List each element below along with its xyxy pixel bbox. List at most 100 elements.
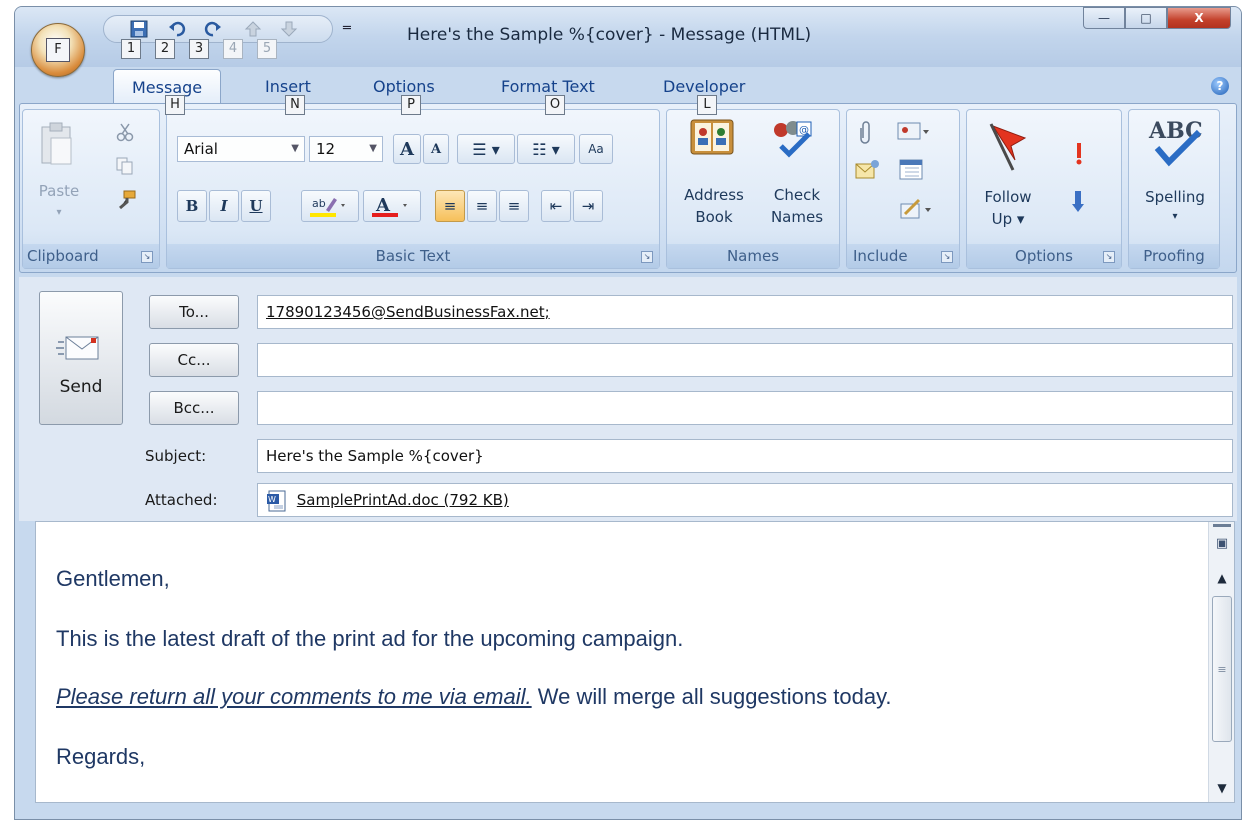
attached-field[interactable]: W SamplePrintAd.doc (792 KB): [257, 483, 1233, 517]
address-book-icon[interactable]: [689, 116, 735, 158]
redo-icon[interactable]: [204, 20, 222, 38]
increase-indent-icon: ⇥: [581, 197, 595, 215]
font-name-combo[interactable]: Arial ▼: [177, 136, 305, 162]
send-button[interactable]: Send: [39, 291, 123, 425]
decrease-indent-button[interactable]: ⇤: [541, 190, 571, 222]
to-field[interactable]: 17890123456@SendBusinessFax.net;: [257, 295, 1233, 329]
align-right-button[interactable]: ≡: [499, 190, 529, 222]
grow-font-button[interactable]: A: [393, 134, 421, 164]
attach-item-icon[interactable]: [855, 158, 881, 180]
down-arrow-icon[interactable]: [280, 20, 298, 38]
up-arrow-icon[interactable]: [244, 20, 262, 38]
numbering-button[interactable]: ☷ ▾: [517, 134, 575, 164]
font-size-dropdown-icon[interactable]: ▼: [369, 137, 377, 161]
svg-text:W: W: [268, 495, 276, 504]
bcc-field[interactable]: [257, 391, 1233, 425]
format-painter-icon[interactable]: [115, 190, 137, 212]
high-importance-icon[interactable]: [1073, 142, 1085, 166]
align-left-button[interactable]: ≡: [435, 190, 465, 222]
to-recipient[interactable]: 17890123456@SendBusinessFax.net;: [266, 303, 550, 321]
copy-icon[interactable]: [115, 156, 135, 176]
align-center-button[interactable]: ≡: [467, 190, 497, 222]
subject-field[interactable]: Here's the Sample %{cover}: [257, 439, 1233, 473]
font-size-combo[interactable]: 12 ▼: [309, 136, 383, 162]
reading-pane-icon[interactable]: ▣: [1212, 536, 1232, 556]
business-card-icon[interactable]: [897, 120, 931, 142]
bcc-button[interactable]: Bcc...: [149, 391, 239, 425]
check-names-icon[interactable]: @: [767, 116, 815, 160]
calendar-icon[interactable]: [899, 158, 923, 180]
font-name-dropdown-icon[interactable]: ▼: [291, 137, 299, 161]
increase-indent-button[interactable]: ⇥: [573, 190, 603, 222]
spelling-dropdown-icon[interactable]: ▾: [1165, 206, 1185, 228]
spelling-icon[interactable]: ABC: [1145, 116, 1205, 172]
cut-icon[interactable]: [115, 122, 135, 142]
maximize-button[interactable]: □: [1125, 7, 1167, 29]
vertical-scrollbar[interactable]: ▣ ▲ ≡ ▼: [1208, 522, 1234, 802]
save-icon[interactable]: [130, 20, 148, 38]
address-book-label-2[interactable]: Book: [671, 206, 757, 228]
tab-options[interactable]: Options: [373, 77, 435, 96]
message-header: Send To... Cc... Bcc... 17890123456@Send…: [19, 277, 1237, 521]
font-name-value: Arial: [184, 140, 218, 158]
styles-button[interactable]: Aa: [579, 134, 613, 164]
proofing-group-label: Proofing: [1129, 244, 1219, 268]
check-names-label-1[interactable]: Check: [757, 184, 837, 206]
basic-text-launcher[interactable]: ↘: [641, 251, 653, 263]
clipboard-launcher[interactable]: ↘: [141, 251, 153, 263]
basic-text-group: Arial ▼ 12 ▼ A A ☰ ▾ ☷ ▾ Aa B I U ab A ≡…: [166, 109, 660, 269]
cc-button[interactable]: Cc...: [149, 343, 239, 377]
font-color-button[interactable]: A: [363, 190, 421, 222]
address-book-label-1[interactable]: Address: [671, 184, 757, 206]
paste-label[interactable]: Paste: [31, 180, 87, 202]
tab-format-text[interactable]: Format Text: [501, 77, 595, 96]
underline-button[interactable]: U: [241, 190, 271, 222]
check-names-label-2[interactable]: Names: [757, 206, 837, 228]
follow-up-label-2[interactable]: Up ▾: [973, 208, 1043, 230]
styles-icon: Aa: [588, 142, 604, 156]
body-line-2-rest: We will merge all suggestions today.: [531, 684, 892, 709]
to-button[interactable]: To...: [149, 295, 239, 329]
italic-button[interactable]: I: [209, 190, 239, 222]
attachment-link[interactable]: SamplePrintAd.doc (792 KB): [297, 491, 509, 509]
keytip-options: P: [401, 95, 421, 115]
cc-field[interactable]: [257, 343, 1233, 377]
options-group-label: Options: [967, 244, 1121, 268]
shrink-font-button[interactable]: A: [423, 134, 449, 164]
help-icon[interactable]: ?: [1211, 77, 1229, 95]
basic-text-group-label: Basic Text: [167, 244, 659, 268]
bold-button[interactable]: B: [177, 190, 207, 222]
tab-insert[interactable]: Insert: [265, 77, 311, 96]
minimize-button[interactable]: —: [1083, 7, 1125, 29]
follow-up-label-1[interactable]: Follow: [973, 186, 1043, 208]
bullets-button[interactable]: ☰ ▾: [457, 134, 515, 164]
paste-icon[interactable]: [39, 122, 75, 168]
undo-icon[interactable]: [168, 20, 186, 38]
font-size-value: 12: [316, 140, 336, 158]
window-controls: — □ X: [1083, 7, 1231, 29]
low-importance-icon[interactable]: [1071, 190, 1085, 214]
qat-customize-dropdown[interactable]: ═: [343, 21, 351, 36]
tab-developer[interactable]: Developer: [663, 77, 745, 96]
title-bar: F 1 2 3 4 5 ═ Here's the Sample %{cover}…: [15, 7, 1241, 77]
window-title: Here's the Sample %{cover} - Message (HT…: [407, 25, 812, 45]
scroll-down-icon[interactable]: ▼: [1212, 778, 1232, 798]
paste-dropdown-icon[interactable]: ▾: [51, 202, 67, 224]
follow-up-flag-icon[interactable]: [985, 120, 1031, 172]
highlight-button[interactable]: ab: [301, 190, 359, 222]
message-body[interactable]: Gentlemen, This is the latest draft of t…: [35, 521, 1235, 803]
attach-file-icon[interactable]: [859, 120, 873, 144]
scroll-thumb[interactable]: ≡: [1212, 596, 1232, 742]
include-launcher[interactable]: ↘: [941, 251, 953, 263]
close-button[interactable]: X: [1167, 7, 1231, 29]
split-handle[interactable]: [1213, 524, 1231, 527]
scroll-up-icon[interactable]: ▲: [1212, 568, 1232, 588]
options-launcher[interactable]: ↘: [1103, 251, 1115, 263]
office-keytip: F: [46, 38, 70, 62]
align-right-icon: ≡: [507, 197, 521, 215]
signature-icon[interactable]: [899, 198, 933, 220]
spelling-label[interactable]: Spelling: [1129, 186, 1221, 208]
subject-label: Subject:: [145, 447, 207, 465]
keytip-developer: L: [697, 95, 717, 115]
bullets-icon: ☰ ▾: [472, 139, 500, 159]
